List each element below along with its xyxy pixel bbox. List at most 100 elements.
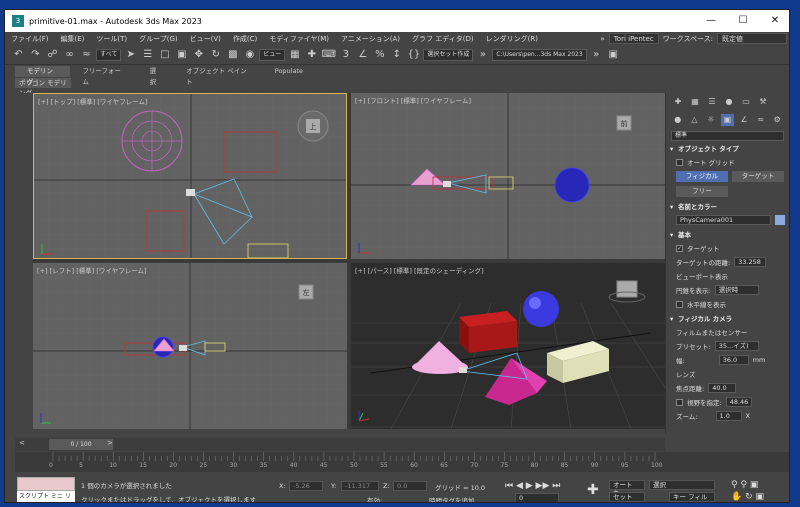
key-filters-button[interactable]: キー フィルタ... [669, 492, 715, 502]
key-selection-select[interactable]: 選択 [649, 480, 715, 490]
free-camera-button[interactable]: フリー [676, 186, 728, 197]
viewport-top-label[interactable]: [+] [トップ] [標準] [ワイヤフレーム] [38, 96, 148, 106]
object-color-swatch[interactable] [775, 215, 785, 225]
minimize-button[interactable]: — [695, 10, 727, 32]
target-camera-button[interactable]: ターゲット [732, 171, 784, 182]
bind-space-warp-icon[interactable]: ≈ [79, 47, 94, 62]
menu-edit[interactable]: 編集(E) [55, 34, 91, 44]
viewport-left[interactable]: 左 [+] [レフト] [標準] [ワイヤフレーム] [33, 263, 347, 429]
viewport-front[interactable]: 前 [+] [フロント] [標準] [ワイヤフレーム] [351, 93, 665, 259]
menu-rendering[interactable]: レンダリング(R) [480, 34, 544, 44]
snap-icon[interactable]: 3 [338, 47, 353, 62]
fov-field[interactable]: 48.46 [725, 397, 752, 407]
select-by-name-icon[interactable]: ☰ [140, 47, 155, 62]
viewport-left-label[interactable]: [+] [レフト] [標準] [ワイヤフレーム] [37, 265, 147, 275]
rotate-icon[interactable]: ↻ [208, 47, 223, 62]
viewcube-left-label[interactable]: 左 [303, 288, 310, 297]
ribbon-polygon-modeling[interactable]: ポリゴン モデリング [15, 78, 71, 97]
selection-filter-select[interactable]: すべて [96, 48, 122, 61]
close-button[interactable]: ✕ [759, 10, 789, 32]
y-coordinate-field[interactable]: -11.317 [341, 481, 379, 491]
menu-modifiers[interactable]: モディファイヤ(M) [263, 34, 335, 44]
show-horizon-checkbox[interactable] [676, 300, 683, 308]
path-more-icon[interactable]: » [589, 47, 604, 62]
menu-create[interactable]: 作成(C) [227, 34, 263, 44]
shapes-icon[interactable]: △ [688, 114, 702, 126]
preset-select[interactable]: 35...イズ) [714, 341, 759, 351]
create-tab-icon[interactable]: ✚ [671, 96, 685, 108]
toolbar-more-icon[interactable]: » [475, 47, 490, 62]
workspace-dropdown[interactable]: 既定値 [717, 33, 787, 44]
link-icon[interactable]: ☍ [45, 47, 60, 62]
ribbon-tab-selection[interactable]: 選択 [138, 66, 175, 86]
select-object-icon[interactable]: ➤ [123, 47, 138, 62]
auto-grid-checkbox[interactable] [676, 158, 683, 166]
add-time-tag[interactable]: 時間タグを追加 [429, 495, 475, 502]
motion-tab-icon[interactable]: ● [722, 96, 736, 108]
systems-icon[interactable]: ⚙ [770, 114, 784, 126]
object-type-title[interactable]: オブジェクト タイプ [678, 144, 739, 155]
angle-snap-icon[interactable]: ∠ [355, 47, 370, 62]
more-menu-icon[interactable]: » [600, 35, 604, 43]
menu-file[interactable]: ファイル(F) [5, 34, 55, 44]
playback-controls[interactable]: ⏮ ◀ ▶ ▶▶ ⏭ [505, 481, 560, 491]
keyboard-shortcut-icon[interactable]: ⌨ [321, 47, 336, 62]
account-dropdown[interactable]: Tori iPentec [608, 33, 659, 44]
pivot-icon[interactable]: ▦ [287, 47, 302, 62]
maximize-button[interactable]: ☐ [727, 10, 759, 32]
target-distance-field[interactable]: 33.258 [734, 257, 767, 267]
utilities-tab-icon[interactable]: ⚒ [756, 96, 770, 108]
zoom-field[interactable]: 1.0 [715, 411, 742, 421]
undo-icon[interactable]: ↶ [11, 47, 26, 62]
time-next-icon[interactable]: > [107, 439, 113, 447]
x-coordinate-field[interactable]: -5.26 [289, 481, 323, 491]
select-manipulate-icon[interactable]: ✚ [304, 47, 319, 62]
pan-navigation-icon[interactable]: ✋ ↻ ▣ [731, 492, 764, 502]
spinner-snap-icon[interactable]: ↕ [389, 47, 404, 62]
percent-snap-icon[interactable]: % [372, 47, 387, 62]
menu-view[interactable]: ビュー(V) [184, 34, 227, 44]
placement-icon[interactable]: ◉ [242, 47, 257, 62]
helpers-icon[interactable]: ∠ [737, 114, 751, 126]
selection-set-select[interactable]: 選択セット作成 [423, 48, 474, 61]
maxscript-listener[interactable] [17, 477, 75, 491]
category-select[interactable]: 標準 [671, 131, 784, 141]
ribbon-tab-modeling[interactable]: モデリング [15, 66, 71, 86]
modify-tab-icon[interactable]: ▦ [688, 96, 702, 108]
geometry-icon[interactable]: ● [671, 114, 685, 126]
viewcube-front-label[interactable]: 前 [621, 119, 628, 128]
zoom-navigation-icon[interactable]: ⚲ ⚲ ▣ [731, 480, 758, 490]
menu-group[interactable]: グループ(G) [133, 34, 183, 44]
project-path[interactable]: C:\Users\pen...3ds Max 2023 [492, 48, 587, 61]
menu-animation[interactable]: アニメーション(A) [335, 34, 406, 44]
track-bar[interactable]: 0 5 10 15 20 25 30 35 40 45 50 55 60 65 70 75 80 85 90 95 10… [15, 452, 789, 472]
reference-coord-select[interactable]: ビュー [259, 48, 286, 61]
physical-camera-title[interactable]: フィジカル カメラ [678, 314, 732, 325]
window-crossing-icon[interactable]: ▣ [174, 47, 189, 62]
viewport-front-label[interactable]: [+] [フロント] [標準] [ワイヤフレーム] [355, 95, 471, 105]
basic-title[interactable]: 基本 [678, 230, 691, 241]
target-checkbox[interactable]: ✓ [676, 244, 683, 252]
space-warps-icon[interactable]: ≈ [754, 114, 768, 126]
object-name-field[interactable]: PhysCamera001 [676, 215, 772, 225]
width-field[interactable]: 36.0 [718, 355, 749, 365]
rect-selection-icon[interactable]: □ [157, 47, 172, 62]
lights-icon[interactable]: ☼ [704, 114, 718, 126]
redo-icon[interactable]: ↷ [28, 47, 43, 62]
render-setup-icon[interactable]: ▣ [606, 47, 621, 62]
menu-graph-editors[interactable]: グラフ エディタ(D) [406, 34, 480, 44]
display-tab-icon[interactable]: ▭ [739, 96, 753, 108]
z-coordinate-field[interactable]: 0.0 [393, 481, 427, 491]
show-cone-select[interactable]: 選択時 [714, 285, 759, 295]
scale-icon[interactable]: ▩ [225, 47, 240, 62]
physical-camera-button[interactable]: フィジカル [676, 171, 728, 182]
hierarchy-tab-icon[interactable]: ☰ [705, 96, 719, 108]
cameras-icon[interactable]: ▣ [720, 114, 735, 126]
menu-tools[interactable]: ツール(T) [90, 34, 133, 44]
viewcube-top-label[interactable]: 上 [310, 122, 317, 131]
viewport-top[interactable]: 上 [+] [トップ] [標準] [ワイヤフレーム] [33, 93, 347, 259]
fov-checkbox[interactable] [676, 398, 683, 406]
ribbon-tab-populate[interactable]: Populate [263, 66, 315, 77]
viewport-perspective[interactable]: [+] [パース] [標準] [既定のシェーディング] [351, 263, 665, 429]
move-icon[interactable]: ✥ [191, 47, 206, 62]
